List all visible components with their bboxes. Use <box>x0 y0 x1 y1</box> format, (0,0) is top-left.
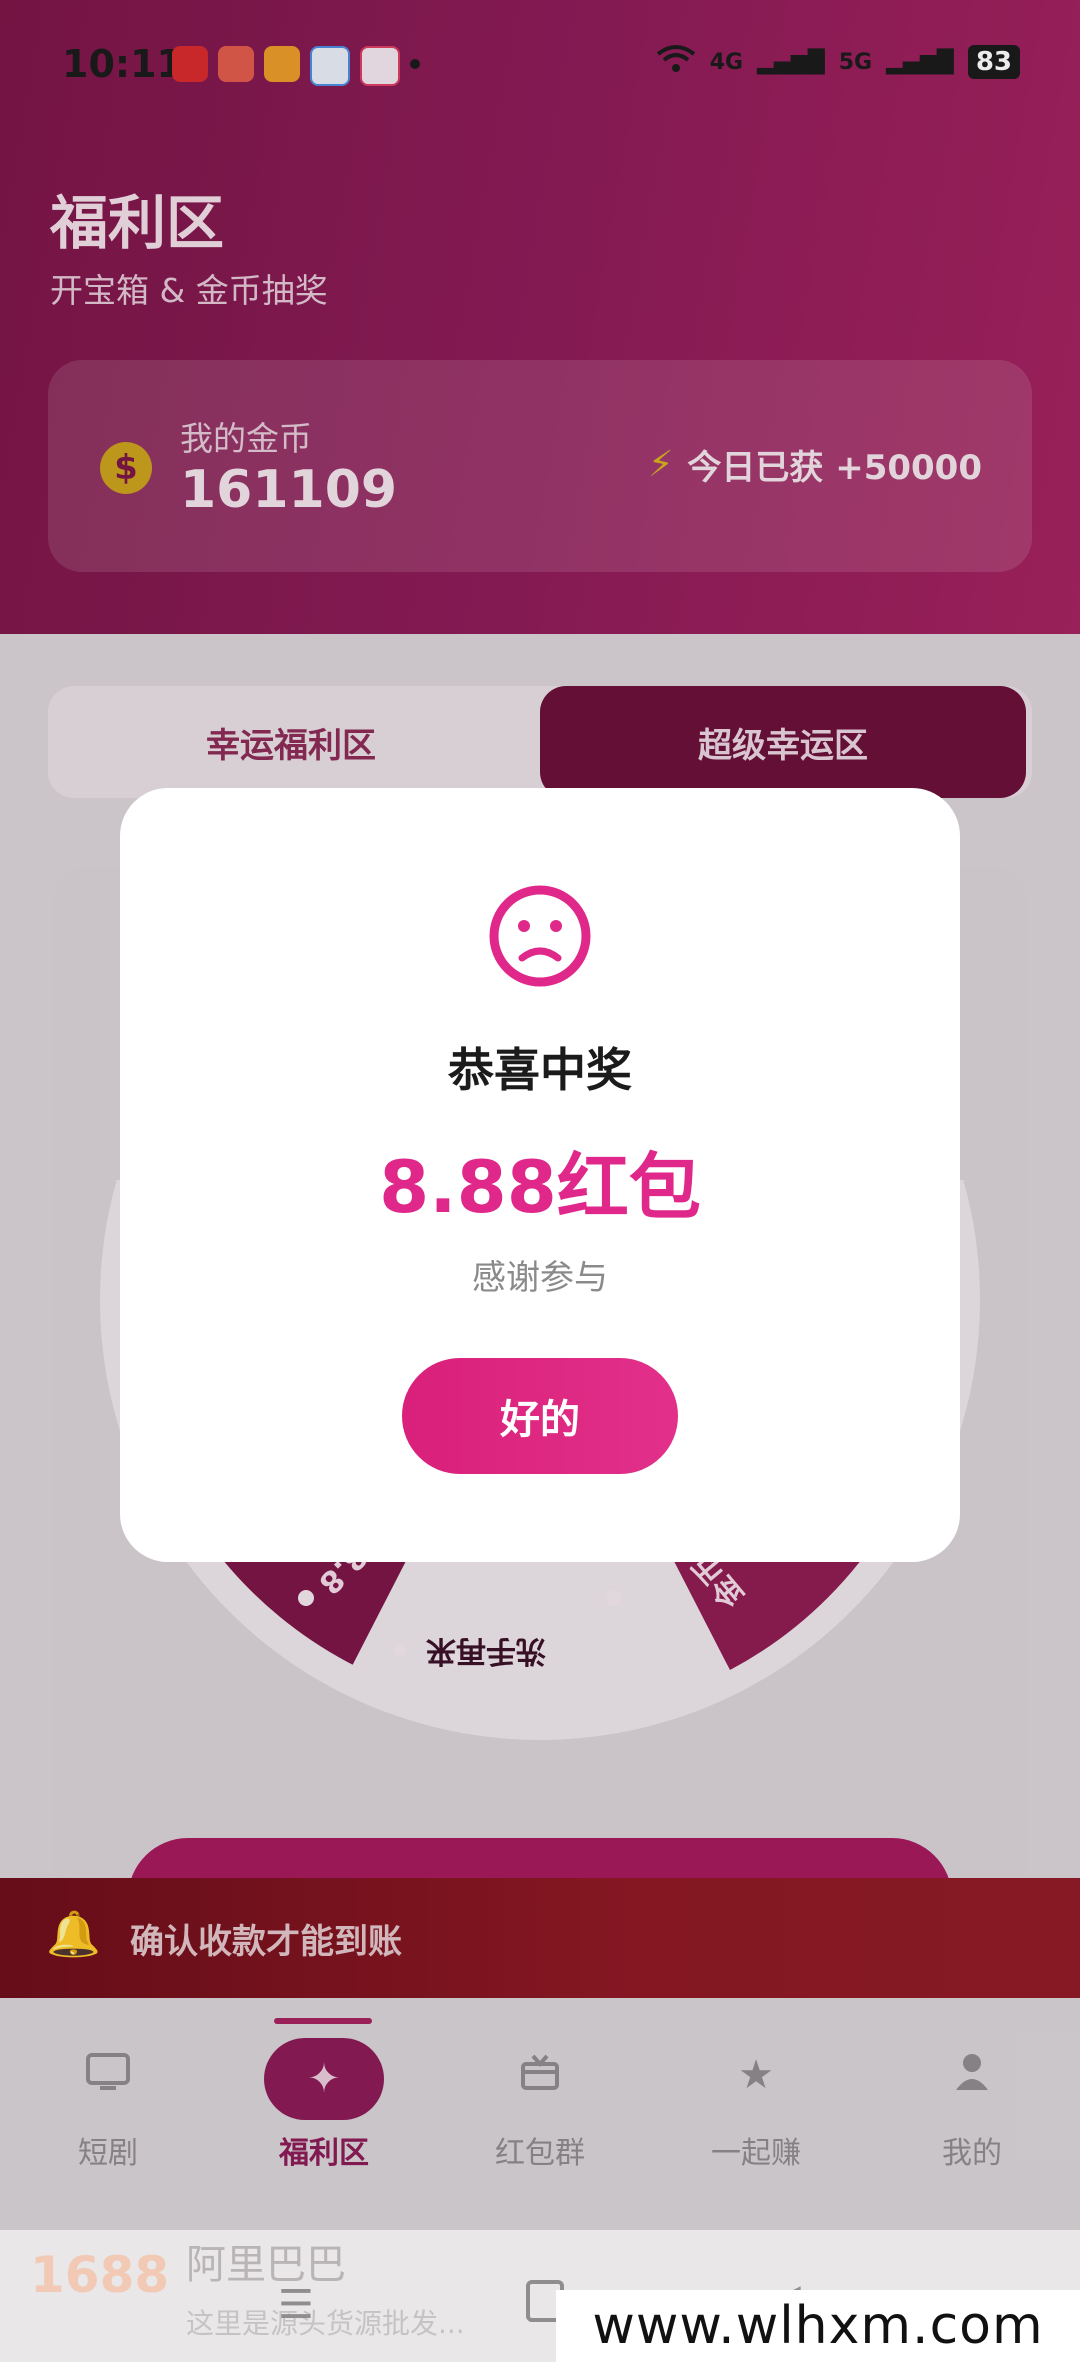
sad-face-icon <box>486 882 594 990</box>
dialog-message: 感谢参与 <box>472 1258 608 1298</box>
prize-amount: 8.88红包 <box>379 1145 701 1229</box>
ok-button[interactable]: 好的 <box>402 1358 678 1474</box>
menu-icon[interactable]: ☰ <box>278 2282 314 2328</box>
prize-result-dialog: 恭喜中奖 8.88红包 感谢参与 好的 <box>120 788 960 1562</box>
dialog-title: 恭喜中奖 <box>448 1043 632 1097</box>
watermark: www.wlhxm.com <box>556 2290 1080 2362</box>
